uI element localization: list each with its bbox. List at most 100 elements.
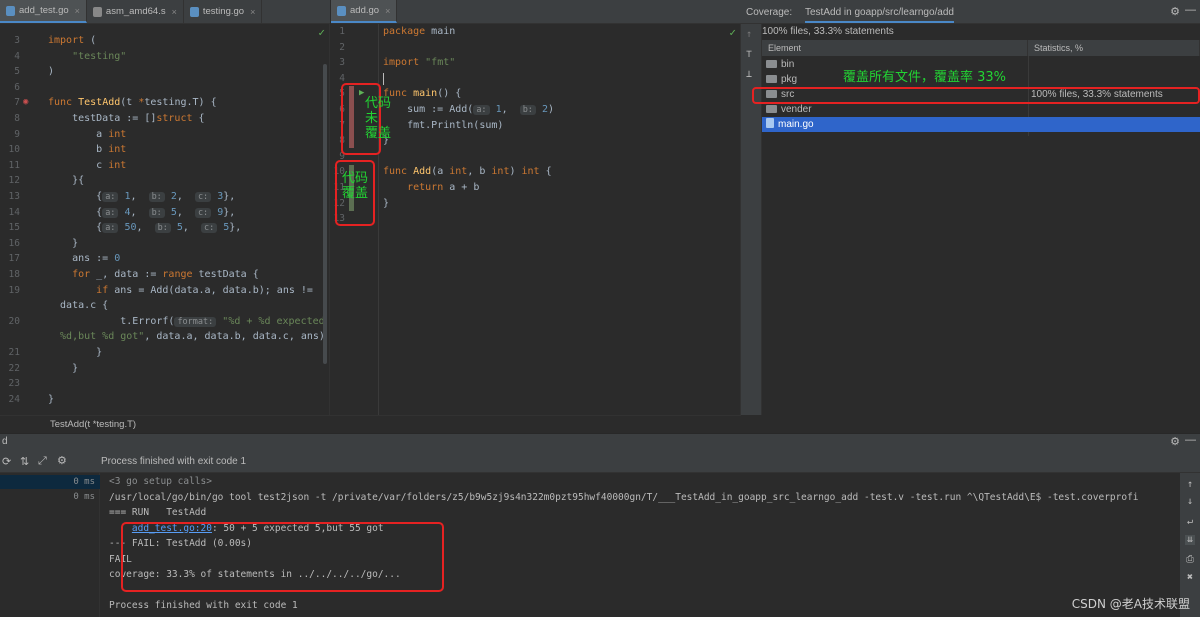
code-line[interactable]: } xyxy=(48,361,78,377)
trash-icon[interactable]: ✖ xyxy=(1185,573,1195,583)
line-number: 8 xyxy=(14,113,20,124)
coverage-row-main-go[interactable]: main.go xyxy=(762,117,1200,132)
code-line[interactable]: fmt.Println(sum) xyxy=(383,118,503,134)
code-line[interactable]: } xyxy=(48,236,78,252)
code-line[interactable]: sum := Add(a: 1, b: 2) xyxy=(383,102,554,118)
console-highlight-box xyxy=(121,522,444,592)
go-file-icon xyxy=(6,5,15,16)
asm-file-icon xyxy=(92,6,102,17)
code-line[interactable]: testData := []struct { xyxy=(48,111,204,127)
close-icon[interactable]: × xyxy=(172,7,177,17)
line-number: 5 xyxy=(14,66,20,78)
coverage-label: Coverage: xyxy=(746,7,793,18)
watermark: CSDN @老A技术联盟 xyxy=(1071,597,1190,611)
tab-add-go[interactable]: add.go × xyxy=(331,0,398,23)
line-number: 9 xyxy=(14,128,20,140)
scrollbar[interactable] xyxy=(323,64,327,364)
minimize-icon[interactable]: — xyxy=(1185,434,1196,446)
check-icon: ✓ xyxy=(318,26,325,39)
print-icon[interactable]: ⎙ xyxy=(1185,555,1195,565)
soft-wrap-icon[interactable]: ↵ xyxy=(1185,517,1195,527)
left-editor[interactable]: 3 4 5 6 7 8 9 10 11 12 13 14 15 16 17 18 19 20 21 22 23 24 im… xyxy=(0,24,330,415)
flatten-icon[interactable]: ⊤ xyxy=(746,49,752,60)
arrow-up-icon[interactable]: ↑ xyxy=(746,29,752,40)
run-gutter-icon[interactable]: ◉ xyxy=(23,97,28,107)
column-header-statistics[interactable]: Statistics, % xyxy=(1028,40,1200,56)
tab-asm-amd64-s[interactable]: asm_amd64.s × xyxy=(87,0,184,23)
code-line[interactable]: c int xyxy=(48,158,126,174)
code-line[interactable]: ) xyxy=(48,64,54,80)
code-line[interactable]: for _, data := range testData { xyxy=(48,267,259,283)
arrow-down-icon[interactable]: ↓ xyxy=(1185,497,1195,507)
arrow-up-icon[interactable]: ↑ xyxy=(1185,480,1195,490)
line-number: 16 xyxy=(8,237,20,249)
code-line[interactable]: b int xyxy=(48,142,126,158)
scroll-end-icon[interactable]: ⇊ xyxy=(1185,535,1195,545)
code-line[interactable]: import "fmt" xyxy=(383,55,455,71)
uncovered-annotation: 代码 未 覆盖 xyxy=(365,96,392,141)
autoscroll-icon[interactable]: ⊥ xyxy=(746,69,752,80)
tab-label: testing.go xyxy=(202,6,245,17)
code-line[interactable]: {a: 1, b: 2, c: 3}, xyxy=(48,189,235,205)
column-header-element[interactable]: Element xyxy=(762,40,1028,56)
code-line[interactable]: return a + b xyxy=(383,180,479,196)
console-line: === RUN TestAdd xyxy=(109,507,207,518)
code-line[interactable]: func main() { xyxy=(383,86,461,102)
run-toolbar: ⟳ ⇅ ⤢ ⚙ Process finished with exit code … xyxy=(0,451,1200,473)
run-panel-header: d ⚙ — xyxy=(0,433,1200,451)
check-icon: ✓ xyxy=(729,26,736,39)
code-line[interactable]: import ( xyxy=(48,33,96,49)
close-icon[interactable]: × xyxy=(250,7,255,17)
gear-icon[interactable]: ⚙ xyxy=(1170,435,1180,448)
coverage-row-vender[interactable]: vender xyxy=(762,102,1200,117)
line-number: 21 xyxy=(8,347,20,358)
code-line[interactable]: func TestAdd(t *testing.T) { xyxy=(48,95,217,111)
line-number: 6 xyxy=(14,81,20,93)
breadcrumb[interactable]: TestAdd(t *testing.T) xyxy=(0,415,741,433)
code-line[interactable]: package main xyxy=(383,24,455,40)
tab-testing-go[interactable]: testing.go × xyxy=(184,0,263,23)
code-line[interactable]: %d,but %d got", data.a, data.b, data.c, … xyxy=(48,329,325,345)
code-line[interactable]: } xyxy=(383,196,389,212)
rerun-icon[interactable]: ⟳ xyxy=(2,455,11,468)
covered-annotation: 代码 覆盖 xyxy=(342,171,369,201)
coverage-element-name: main.go xyxy=(778,119,814,130)
minimize-icon[interactable]: — xyxy=(1185,4,1196,16)
text-cursor xyxy=(383,73,384,85)
code-line[interactable]: if ans = Add(data.a, data.b); ans != xyxy=(48,283,313,299)
test-tree[interactable]: 0 ms 0 ms xyxy=(0,473,100,617)
code-line[interactable]: ans := 0 xyxy=(48,251,120,267)
close-icon[interactable]: × xyxy=(385,6,390,16)
gear-icon[interactable]: ⚙ xyxy=(57,454,67,467)
code-line[interactable]: "testing" xyxy=(48,49,126,65)
code-line[interactable]: {a: 50, b: 5, c: 5}, xyxy=(48,220,241,236)
code-line[interactable]: {a: 4, b: 5, c: 9}, xyxy=(48,205,235,221)
left-line-gutter: 3 4 5 6 7 8 9 10 11 12 13 14 15 16 17 18 19 20 21 22 23 24 xyxy=(0,24,20,415)
line-number: 18 xyxy=(8,269,20,280)
line-number: 22 xyxy=(8,362,20,374)
line-number: 10 xyxy=(8,144,20,156)
sort-icon[interactable]: ⇅ xyxy=(20,455,29,468)
right-editor[interactable]: 1 2 3 4 5 6 7 8 9 10 11 12 13 ▶ package main import "… xyxy=(331,24,741,415)
folder-icon xyxy=(766,75,777,83)
right-editor-tabbar: add.go × xyxy=(331,0,741,24)
code-line[interactable]: }{ xyxy=(48,173,84,189)
line-number: 24 xyxy=(8,393,20,405)
tab-label: add.go xyxy=(350,5,380,16)
expand-icon[interactable]: ⤢ xyxy=(38,455,47,468)
gear-icon[interactable]: ⚙ xyxy=(1170,5,1180,18)
go-file-icon xyxy=(766,118,774,128)
code-line[interactable]: func Add(a int, b int) int { xyxy=(383,164,552,180)
code-line[interactable]: } xyxy=(48,392,54,408)
console-line: <3 go setup calls> xyxy=(109,476,212,487)
coverage-tab[interactable]: TestAdd in goapp/src/learngo/add xyxy=(805,7,954,23)
close-icon[interactable]: × xyxy=(75,6,80,16)
code-line[interactable]: } xyxy=(48,345,102,361)
tab-add-test-go[interactable]: add_test.go × xyxy=(0,0,87,23)
code-line[interactable]: t.Errorf(format: "%d + %d expected xyxy=(48,314,325,330)
test-duration: 0 ms xyxy=(73,477,95,487)
line-number: 19 xyxy=(8,284,20,296)
code-line[interactable]: data.c { xyxy=(48,298,108,314)
line-number: 14 xyxy=(8,206,20,218)
code-line[interactable]: a int xyxy=(48,127,126,143)
